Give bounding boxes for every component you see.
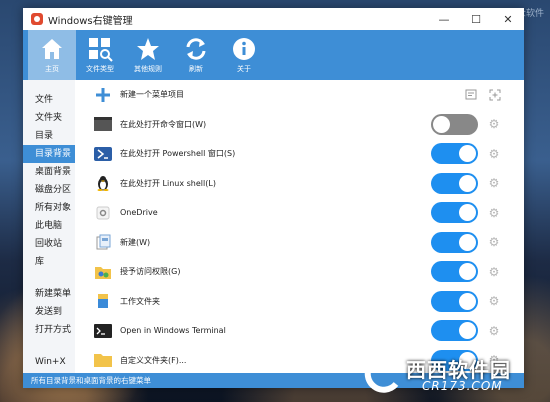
- sidebar-item-drive[interactable]: 磁盘分区: [23, 181, 75, 199]
- menu-row[interactable]: Open in Windows Terminal ⚙: [75, 316, 524, 346]
- sidebar-item-file[interactable]: 文件: [23, 91, 75, 109]
- tool-about-label: 关于: [237, 65, 251, 73]
- site-logo: 西西软件园 CR173.COM: [362, 352, 548, 398]
- onedrive-icon: [94, 205, 112, 221]
- tool-about[interactable]: 关于: [220, 30, 268, 80]
- menu-row[interactable]: 在此处打开命令窗口(W) ⚙: [75, 110, 524, 140]
- menu-row[interactable]: 授予访问权限(G) ⚙: [75, 257, 524, 287]
- logo-domain: CR173.COM: [422, 379, 503, 393]
- sidebar-item-send-to[interactable]: 发送到: [23, 303, 75, 321]
- linux-icon: [94, 175, 112, 192]
- tool-other-rules[interactable]: 其他规则: [124, 30, 172, 80]
- gear-icon[interactable]: ⚙: [488, 207, 500, 219]
- gear-icon[interactable]: ⚙: [488, 295, 500, 307]
- title-bar: Windows右键管理 — ☐ ✕: [23, 8, 524, 30]
- menu-row[interactable]: 在此处打开 Linux shell(L) ⚙: [75, 169, 524, 199]
- tool-refresh[interactable]: 刷新: [172, 30, 220, 80]
- gear-icon[interactable]: ⚙: [488, 325, 500, 337]
- enable-toggle[interactable]: [431, 320, 478, 342]
- sidebar-item-this-pc[interactable]: 此电脑: [23, 217, 75, 235]
- minimize-button[interactable]: —: [428, 8, 460, 30]
- menu-row-label: 新建(W): [120, 237, 151, 247]
- add-target-icon[interactable]: [489, 89, 501, 101]
- header-actions: [465, 89, 501, 101]
- sidebar-item-desktop-background[interactable]: 桌面背景: [23, 163, 75, 181]
- window-title: Windows右键管理: [48, 15, 133, 27]
- enable-toggle[interactable]: [431, 113, 478, 135]
- menu-row[interactable]: OneDrive ⚙: [75, 198, 524, 228]
- menu-row-label: 在此处打开 Linux shell(L): [120, 178, 216, 188]
- folder-icon: [94, 352, 112, 368]
- window-controls: — ☐ ✕: [428, 8, 524, 30]
- sidebar-item-directory[interactable]: 目录: [23, 127, 75, 145]
- enable-toggle[interactable]: [431, 231, 478, 253]
- menu-row[interactable]: 工作文件夹 ⚙: [75, 287, 524, 317]
- enable-toggle[interactable]: [431, 143, 478, 165]
- share-icon: [94, 264, 112, 280]
- tool-home[interactable]: 主页: [28, 30, 76, 80]
- enable-toggle[interactable]: [431, 202, 478, 224]
- gear-icon[interactable]: ⚙: [488, 148, 500, 160]
- sidebar-item-new-menu[interactable]: 新建菜单: [23, 285, 75, 303]
- sidebar-item-folder[interactable]: 文件夹: [23, 109, 75, 127]
- gear-icon[interactable]: ⚙: [488, 266, 500, 278]
- enable-toggle[interactable]: [431, 290, 478, 312]
- sidebar-item-open-with[interactable]: 打开方式: [23, 321, 75, 339]
- menu-row-label: Open in Windows Terminal: [120, 326, 226, 336]
- tool-refresh-label: 刷新: [189, 65, 203, 73]
- home-icon: [42, 39, 62, 59]
- app-window: Windows右键管理 — ☐ ✕ 主页 文件类型 其他规则 刷新 关于 文件 …: [23, 8, 524, 388]
- cmd-window-icon: [94, 116, 112, 132]
- menu-row[interactable]: 新建(W) ⚙: [75, 228, 524, 258]
- new-item-row[interactable]: 新建一个菜单项目: [75, 80, 524, 110]
- enable-toggle[interactable]: [431, 172, 478, 194]
- sidebar-item-directory-background[interactable]: 目录背景: [23, 145, 75, 163]
- gear-icon[interactable]: ⚙: [488, 177, 500, 189]
- refresh-icon: [186, 38, 206, 60]
- sidebar: 文件 文件夹 目录 目录背景 桌面背景 磁盘分区 所有对象 此电脑 回收站 库 …: [23, 80, 75, 373]
- gear-icon[interactable]: ⚙: [488, 236, 500, 248]
- new-icon: [94, 234, 112, 250]
- menu-row-label: 在此处打开命令窗口(W): [120, 119, 207, 129]
- plus-icon: [94, 87, 112, 103]
- sidebar-item-recycle-bin[interactable]: 回收站: [23, 235, 75, 253]
- notes-icon[interactable]: [465, 89, 477, 101]
- powershell-icon: [94, 146, 112, 162]
- menu-row[interactable]: 在此处打开 Powershell 窗口(S) ⚙: [75, 139, 524, 169]
- menu-row-label: 工作文件夹: [120, 296, 160, 306]
- tool-file-types[interactable]: 文件类型: [76, 30, 124, 80]
- menu-item-list: 新建一个菜单项目 在此处打开命令窗口(W) ⚙ 在此处打开 Powershell…: [75, 80, 524, 373]
- sidebar-item-win-x[interactable]: Win+X: [23, 353, 75, 371]
- logo-mark: [364, 354, 399, 393]
- sidebar-item-all-objects[interactable]: 所有对象: [23, 199, 75, 217]
- menu-row-label: 在此处打开 Powershell 窗口(S): [120, 149, 236, 159]
- tool-file-types-label: 文件类型: [86, 65, 114, 73]
- sidebar-item-library[interactable]: 库: [23, 253, 75, 271]
- gear-icon[interactable]: ⚙: [488, 118, 500, 130]
- star-icon: [137, 38, 159, 60]
- maximize-button[interactable]: ☐: [460, 8, 492, 30]
- close-button[interactable]: ✕: [492, 8, 524, 30]
- file-types-icon: [89, 38, 113, 62]
- info-icon: [233, 38, 255, 60]
- menu-row-label: OneDrive: [120, 208, 158, 218]
- new-item-label: 新建一个菜单项目: [120, 90, 184, 100]
- tool-other-rules-label: 其他规则: [134, 65, 162, 73]
- work-folder-icon: [94, 293, 112, 309]
- tool-home-label: 主页: [45, 65, 59, 73]
- menu-row-label: 自定义文件夹(F)...: [120, 355, 187, 365]
- app-icon: [31, 13, 43, 25]
- enable-toggle[interactable]: [431, 261, 478, 283]
- toolbar: 主页 文件类型 其他规则 刷新 关于: [23, 30, 524, 80]
- menu-row-label: 授予访问权限(G): [120, 267, 181, 277]
- terminal-icon: [94, 323, 112, 339]
